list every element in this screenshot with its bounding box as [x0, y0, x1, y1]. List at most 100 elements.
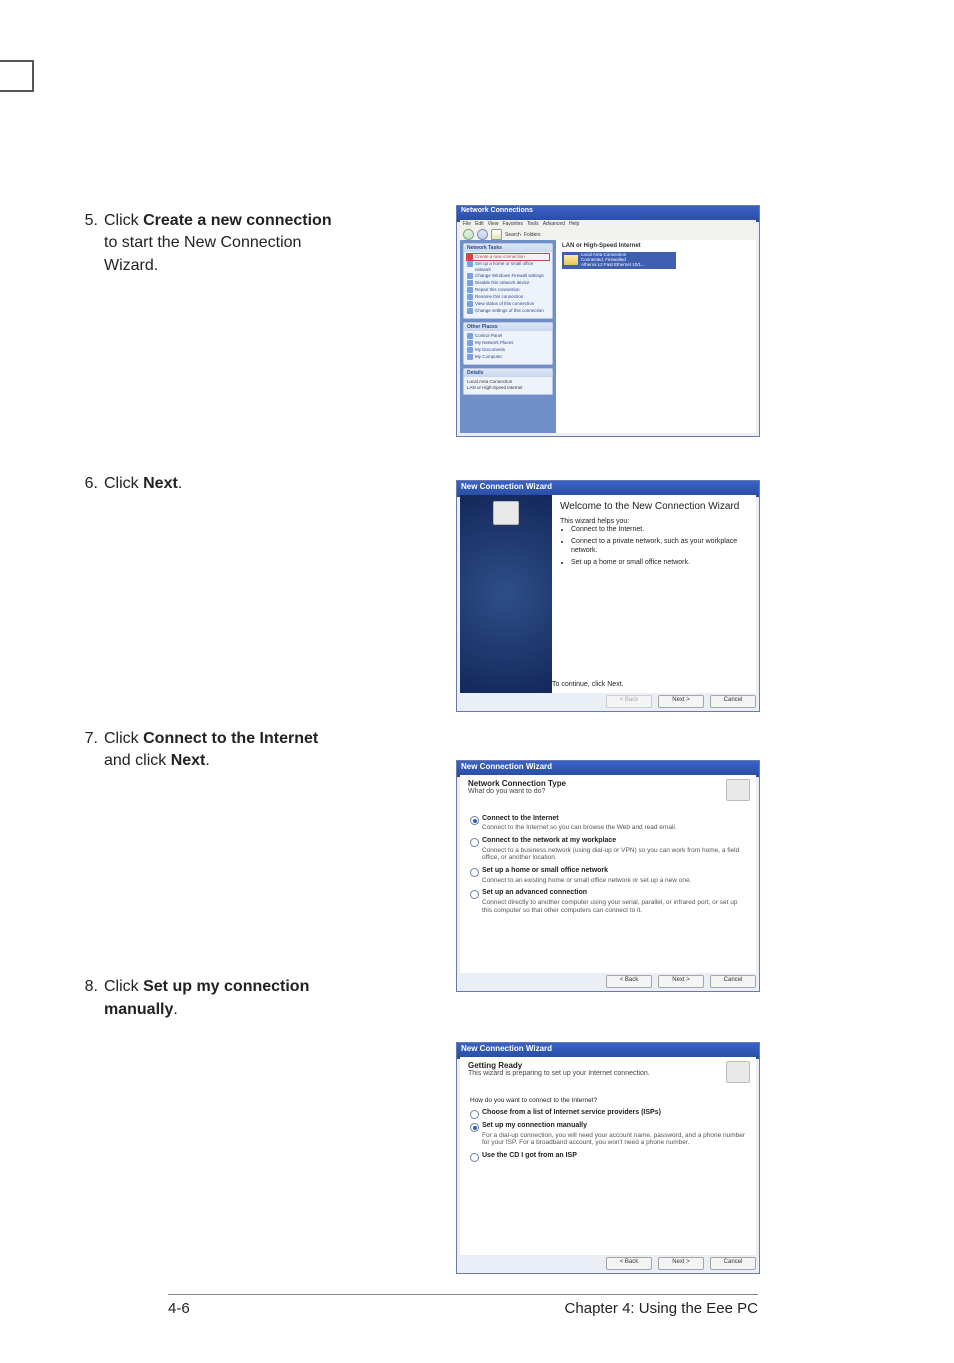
header-title: Getting Ready: [468, 1061, 522, 1070]
option-advanced[interactable]: Set up an advanced connectionConnect dir…: [482, 889, 746, 914]
option-list: Connect to the InternetConnect to the In…: [460, 811, 756, 973]
side-pane: Network Tasks Create a new connection Se…: [460, 240, 556, 433]
next-button[interactable]: Next >: [658, 975, 704, 988]
category-header: LAN or High-Speed Internet: [556, 240, 756, 249]
wizard-heading: Welcome to the New Connection Wizard: [560, 501, 748, 514]
explorer-toolbar: FileEditViewFavoritesToolsAdvancedHelp S…: [460, 220, 756, 241]
menu-bar: FileEditViewFavoritesToolsAdvancedHelp: [463, 220, 753, 228]
option-manual[interactable]: Set up my connection manuallyFor a dial-…: [482, 1122, 746, 1147]
task-create-new-connection[interactable]: Create a new connection: [467, 254, 549, 260]
task-icon: [467, 294, 473, 300]
wizard-continue-text: To continue, click Next.: [552, 681, 624, 690]
task-item[interactable]: Change Windows Firewall settings: [467, 273, 549, 279]
step-text: Click Set up my connection manually.: [104, 976, 334, 1021]
wizard-content: Welcome to the New Connection Wizard Thi…: [552, 495, 756, 693]
header-title: Network Connection Type: [468, 779, 566, 788]
wizard-buttons: < Back Next > Cancel: [460, 694, 756, 708]
task-item[interactable]: Set up a home or small office network: [467, 261, 549, 272]
option-home-network[interactable]: Set up a home or small office networkCon…: [482, 867, 746, 884]
cancel-button[interactable]: Cancel: [710, 1257, 756, 1270]
cancel-button[interactable]: Cancel: [710, 695, 756, 708]
panel-header: Details: [464, 369, 552, 377]
option-list: How do you want to connect to the Intern…: [460, 1093, 756, 1255]
screenshot-wizard-connection-type: New Connection Wizard Network Connection…: [456, 760, 760, 992]
task-item[interactable]: Rename this connection: [467, 294, 549, 300]
wizard-logo-icon: [493, 501, 519, 525]
header-subtitle: What do you want to do?: [468, 788, 545, 795]
bullet-item: Connect to the Internet.: [571, 526, 748, 535]
radio-icon[interactable]: [470, 868, 479, 877]
option-isp-list[interactable]: Choose from a list of Internet service p…: [482, 1109, 746, 1117]
details-text: Local Area Connection LAN or High-Speed …: [464, 377, 552, 393]
back-button[interactable]: < Back: [606, 1257, 652, 1270]
option-connect-internet[interactable]: Connect to the InternetConnect to the In…: [482, 815, 746, 832]
radio-icon[interactable]: [470, 816, 479, 825]
place-icon: [467, 333, 473, 339]
crop-mark: [0, 60, 34, 92]
chapter-title: Chapter 4: Using the Eee PC: [565, 1300, 758, 1317]
place-item[interactable]: My Computer: [467, 354, 549, 360]
back-icon[interactable]: [463, 229, 474, 240]
panel-header: Other Places: [464, 323, 552, 331]
wizard-side-graphic: [460, 495, 552, 693]
task-icon: [467, 308, 473, 314]
nic-icon: [564, 255, 578, 265]
place-item[interactable]: Control Panel: [467, 333, 549, 339]
place-item[interactable]: My Documents: [467, 347, 549, 353]
radio-icon[interactable]: [470, 1123, 479, 1132]
panel-header: Network Tasks: [464, 244, 552, 252]
back-button[interactable]: < Back: [606, 975, 652, 988]
footer-rule: [168, 1294, 758, 1295]
screenshot-wizard-getting-ready: New Connection Wizard Getting Ready This…: [456, 1042, 760, 1274]
folders-label[interactable]: Folders: [524, 232, 541, 238]
step-text: Click Connect to the Internet and click …: [104, 728, 334, 773]
next-button[interactable]: Next >: [658, 1257, 704, 1270]
task-icon: [467, 261, 473, 267]
main-pane: LAN or High-Speed Internet Local Area Co…: [556, 240, 756, 433]
step-number: 7.: [60, 728, 104, 750]
page-number: 4-6: [168, 1300, 190, 1317]
radio-icon[interactable]: [470, 1153, 479, 1162]
option-cd[interactable]: Use the CD I got from an ISP: [482, 1152, 746, 1160]
screenshot-network-connections: Network Connections FileEditViewFavorite…: [456, 205, 760, 437]
wizard-buttons: < Back Next > Cancel: [460, 974, 756, 988]
task-icon: [467, 280, 473, 286]
step-text: Click Create a new connection to start t…: [104, 210, 334, 277]
task-item[interactable]: View status of this connection: [467, 301, 549, 307]
place-icon: [467, 347, 473, 353]
wizard-question: How do you want to connect to the Intern…: [470, 1097, 746, 1105]
place-icon: [467, 340, 473, 346]
option-workplace[interactable]: Connect to the network at my workplaceCo…: [482, 837, 746, 862]
task-icon: [467, 301, 473, 307]
step-text: Click Next.: [104, 473, 182, 495]
place-icon: [467, 354, 473, 360]
up-icon[interactable]: [491, 229, 502, 240]
step-number: 6.: [60, 473, 104, 495]
task-icon: [467, 287, 473, 293]
step-number: 5.: [60, 210, 104, 232]
next-button[interactable]: Next >: [658, 695, 704, 708]
header-subtitle: This wizard is preparing to set up your …: [468, 1070, 650, 1077]
place-item[interactable]: My Network Places: [467, 340, 549, 346]
nav-bar: Search Folders: [463, 229, 753, 240]
task-item[interactable]: Disable this network device: [467, 280, 549, 286]
wizard-bullets: Connect to the Internet. Connect to a pr…: [560, 526, 748, 567]
search-label[interactable]: Search: [505, 232, 521, 238]
task-icon: [467, 273, 473, 279]
header-icon: [726, 779, 750, 801]
forward-icon[interactable]: [477, 229, 488, 240]
back-button: < Back: [606, 695, 652, 708]
cancel-button[interactable]: Cancel: [710, 975, 756, 988]
network-tasks-panel: Network Tasks Create a new connection Se…: [463, 243, 553, 319]
radio-icon[interactable]: [470, 1110, 479, 1119]
task-item[interactable]: Change settings of this connection: [467, 308, 549, 314]
bullet-item: Connect to a private network, such as yo…: [571, 538, 748, 556]
radio-icon[interactable]: [470, 890, 479, 899]
bullet-item: Set up a home or small office network.: [571, 559, 748, 568]
wizard-buttons: < Back Next > Cancel: [460, 1256, 756, 1270]
header-icon: [726, 1061, 750, 1083]
connection-item[interactable]: Local Area Connection Connected, Firewal…: [562, 252, 676, 269]
wizard-intro: This wizard helps you:: [560, 518, 748, 527]
radio-icon[interactable]: [470, 838, 479, 847]
task-item[interactable]: Repair this connection: [467, 287, 549, 293]
